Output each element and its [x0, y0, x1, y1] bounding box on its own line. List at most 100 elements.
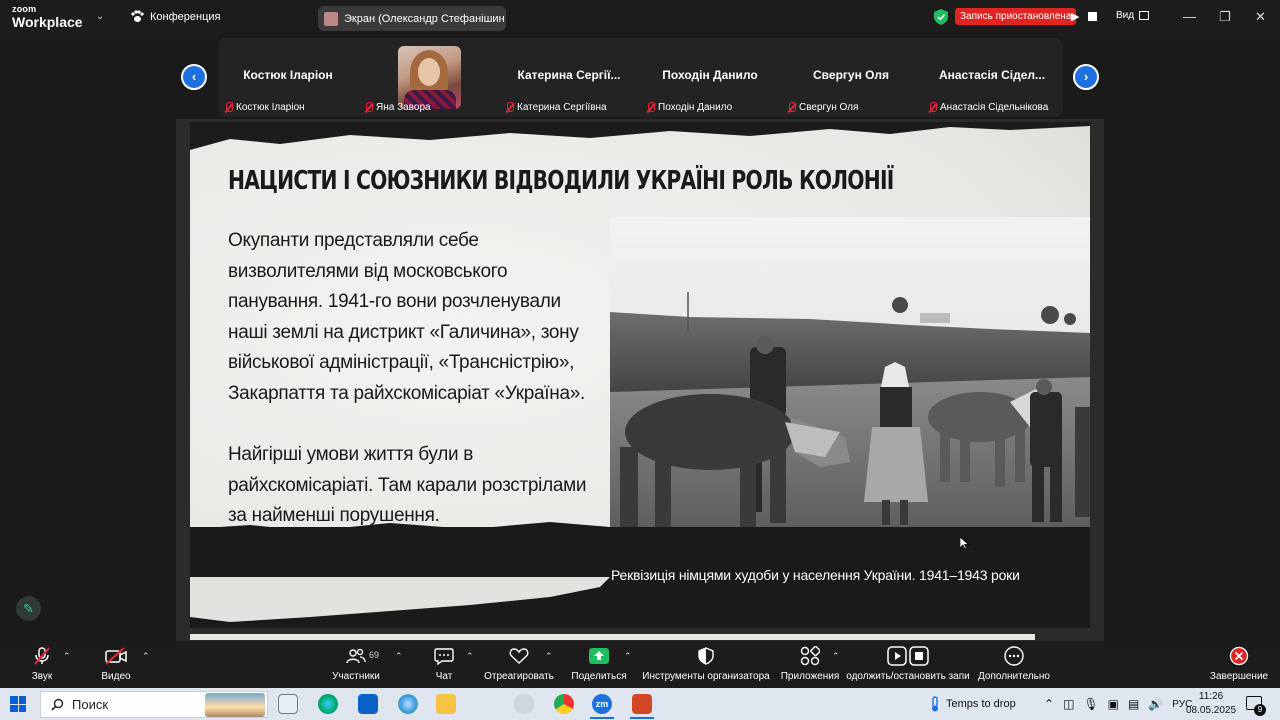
- screen-share-label: Экран (Олександр Стефанішин: [344, 12, 505, 25]
- share-button[interactable]: Поделиться: [571, 641, 627, 688]
- chat-button[interactable]: Чат: [430, 641, 458, 688]
- edge-browser-icon[interactable]: [318, 694, 338, 714]
- outlook-icon[interactable]: [358, 694, 378, 714]
- participants-button[interactable]: Участники: [330, 641, 382, 688]
- video-options-caret-icon[interactable]: ⌃: [142, 651, 150, 662]
- paper-corner: [190, 577, 610, 622]
- participants-count: 69: [369, 650, 380, 660]
- audio-options-caret-icon[interactable]: ⌃: [63, 651, 71, 662]
- app-icon[interactable]: [514, 694, 534, 714]
- apps-button[interactable]: Приложения: [780, 641, 840, 688]
- file-explorer-icon[interactable]: [436, 694, 456, 714]
- participant-photo: [398, 46, 461, 109]
- video-label: Видео: [101, 671, 131, 682]
- recording-controls-button[interactable]: одолжить/остановить запи: [844, 641, 972, 688]
- minimize-icon[interactable]: —: [1183, 9, 1196, 24]
- participant-label-text: Яна Завора: [376, 102, 431, 113]
- chevron-up-icon[interactable]: ⌃: [1044, 697, 1054, 711]
- host-tools-label: Инструменты организатора: [642, 671, 770, 682]
- recording-status-badge: Запись приостановлена: [955, 8, 1077, 25]
- stop-recording-icon: [909, 646, 929, 666]
- screen-share-indicator[interactable]: Экран (Олександр Стефанішин ···: [318, 6, 506, 31]
- taskbar-search[interactable]: Поиск: [40, 691, 268, 718]
- chat-label: Чат: [435, 671, 453, 682]
- windows-start-icon[interactable]: [10, 696, 26, 712]
- participant-label-text: Свергун Оля: [799, 102, 859, 113]
- slide-title: НАЦИСТИ І СОЮЗНИКИ ВІДВОДИЛИ УКРАЇНІ РОЛ…: [228, 166, 894, 196]
- more-options-icon: [1004, 646, 1024, 666]
- security-shield-icon[interactable]: [934, 9, 948, 25]
- active-app-indicator: [590, 717, 614, 719]
- clock[interactable]: 11:26 08.05.2025: [1186, 690, 1236, 718]
- participant-label: Свергун Оля: [787, 102, 858, 113]
- task-view-icon[interactable]: [278, 694, 298, 714]
- active-app-indicator: [630, 717, 654, 719]
- audio-label: Звук: [31, 671, 53, 682]
- end-meeting-label: Завершение: [1209, 671, 1269, 682]
- chrome-icon[interactable]: [554, 694, 574, 714]
- participant-tile[interactable]: Катерина Сергії... Катерина Сергіївна: [499, 38, 639, 117]
- search-icon: [51, 698, 64, 711]
- presenter-avatar: [324, 11, 338, 26]
- participant-label-text: Анастасія Сідельнікова: [940, 102, 1049, 113]
- audio-button[interactable]: Звук: [28, 641, 56, 688]
- security-shield-icon: [698, 647, 714, 665]
- end-meeting-button[interactable]: Завершение: [1210, 641, 1268, 688]
- participants-caret-icon[interactable]: ⌃: [395, 651, 403, 662]
- participant-tile[interactable]: Свергун Оля Свергун Оля: [781, 38, 921, 117]
- photo-caption: Реквізиція німцями худоби у населення Ук…: [611, 567, 1020, 583]
- mic-muted-icon: [646, 102, 655, 113]
- share-screen-icon: [589, 648, 609, 664]
- participant-tile[interactable]: Костюк Іларіон Костюк Іларіон: [218, 38, 358, 117]
- more-button[interactable]: Дополнительно: [978, 641, 1050, 688]
- grid-icon: [1139, 11, 1150, 20]
- mic-muted-icon: [364, 102, 373, 113]
- host-tools-button[interactable]: Инструменты организатора: [642, 641, 770, 688]
- participant-label: Походін Данило: [646, 102, 732, 113]
- zoom-window: zoom Workplace ⌄ Конференция Экран (Олек…: [0, 0, 1280, 688]
- participant-label: Катерина Сергіївна: [505, 102, 607, 113]
- participant-label-text: Катерина Сергіївна: [517, 102, 607, 113]
- paw-icon: [131, 10, 144, 22]
- zoom-app-icon[interactable]: zm: [592, 694, 612, 714]
- close-icon[interactable]: ✕: [1255, 9, 1266, 25]
- participant-tile[interactable]: Яна Завора: [358, 38, 498, 117]
- microphone-icon[interactable]: 🎙: [1083, 697, 1098, 711]
- zoom-logo[interactable]: zoom Workplace: [12, 5, 83, 30]
- next-participants-button[interactable]: ›: [1073, 64, 1099, 90]
- view-button[interactable]: Вид: [1116, 10, 1150, 21]
- participant-label: Костюк Іларіон: [224, 102, 305, 113]
- apps-caret-icon[interactable]: ⌃: [832, 651, 840, 662]
- end-call-icon: [1229, 646, 1249, 666]
- apps-label: Приложения: [780, 671, 840, 682]
- conference-button[interactable]: Конференция: [130, 10, 220, 23]
- participant-tile[interactable]: Походін Данило Походін Данило: [640, 38, 780, 117]
- chat-caret-icon[interactable]: ⌃: [466, 651, 474, 662]
- view-label: Вид: [1116, 10, 1135, 21]
- phone-link-icon[interactable]: ◫: [1063, 697, 1074, 711]
- react-button[interactable]: Отреагировать: [484, 641, 554, 688]
- volume-icon[interactable]: 🔊: [1148, 697, 1163, 711]
- torn-band-edge: [190, 522, 1090, 547]
- powerpoint-icon[interactable]: [632, 694, 652, 714]
- chevron-down-icon[interactable]: ⌄: [96, 11, 104, 22]
- chat-icon: [434, 648, 454, 665]
- react-caret-icon[interactable]: ⌃: [545, 651, 553, 662]
- prev-participants-button[interactable]: ‹: [181, 64, 207, 90]
- internet-explorer-icon[interactable]: [398, 694, 418, 714]
- share-caret-icon[interactable]: ⌃: [624, 651, 632, 662]
- video-button[interactable]: Видео: [100, 641, 132, 688]
- annotate-pencil-icon[interactable]: ✎: [16, 596, 41, 621]
- stop-recording-icon[interactable]: [1088, 12, 1097, 21]
- mic-off-icon: [34, 647, 50, 665]
- camera-icon[interactable]: ▣: [1108, 697, 1119, 711]
- restore-icon[interactable]: ❐: [1219, 9, 1231, 25]
- participant-label: Яна Завора: [364, 102, 431, 113]
- windows-taskbar: Поиск zm Temps to drop ⌃ ◫ 🎙 ▣ ▤ 🔊 РУС 1…: [0, 688, 1280, 720]
- weather-widget[interactable]: Temps to drop: [930, 688, 1016, 720]
- participant-tile[interactable]: Анастасія Сідел... Анастасія Сідельніков…: [922, 38, 1062, 117]
- resume-recording-icon[interactable]: ▶: [1071, 10, 1079, 23]
- more-label: Дополнительно: [978, 671, 1050, 682]
- search-placeholder: Поиск: [72, 697, 109, 712]
- network-icon[interactable]: ▤: [1128, 697, 1139, 711]
